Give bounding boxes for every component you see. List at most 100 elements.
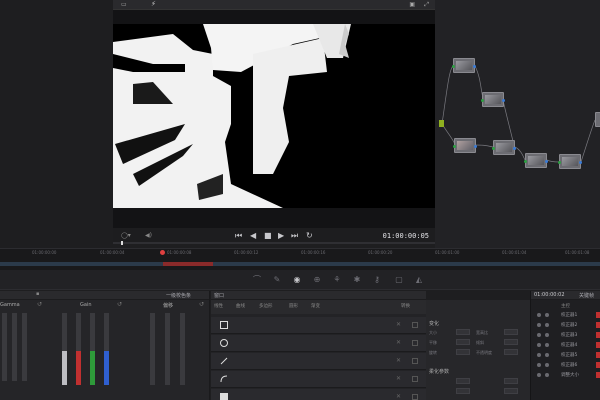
node-2[interactable] — [481, 92, 505, 107]
rotate-field[interactable] — [456, 349, 470, 355]
eye-icon[interactable]: ✕ — [396, 322, 402, 328]
window-row-square[interactable]: ✕ — [211, 317, 426, 334]
node-output-dot[interactable] — [474, 145, 477, 148]
sizing-icon[interactable]: ▢ — [394, 275, 404, 285]
node-1[interactable] — [452, 58, 476, 73]
node-input-dot[interactable] — [453, 145, 456, 148]
softness-field-2[interactable] — [504, 378, 518, 384]
node-4[interactable] — [492, 140, 516, 155]
gallery-icon[interactable]: ▣ — [409, 1, 415, 8]
magic-mask-icon[interactable]: ⚘ — [332, 275, 342, 285]
node-input-dot[interactable] — [492, 147, 495, 150]
tilt-field[interactable] — [504, 339, 518, 345]
keyframe-dot[interactable] — [545, 373, 549, 377]
keyframe-row[interactable]: 校正器3 — [531, 331, 600, 340]
keyframe-dot[interactable] — [545, 333, 549, 337]
node-output-dot[interactable] — [579, 161, 582, 164]
window-icon[interactable]: ◉ — [292, 275, 302, 285]
softness-field-4[interactable] — [504, 388, 518, 394]
gain-bar-y[interactable] — [62, 313, 67, 385]
step-back-button[interactable]: ◀ — [250, 231, 256, 241]
wipe-icon[interactable]: ⚡ — [151, 0, 156, 8]
keyframe-row[interactable]: 校正器2 — [531, 321, 600, 330]
enable-checkbox[interactable] — [412, 376, 418, 382]
enable-checkbox[interactable] — [412, 358, 418, 364]
enable-checkbox[interactable] — [412, 340, 418, 346]
node-output-dot[interactable] — [502, 99, 505, 102]
key-icon[interactable]: ⚷ — [372, 275, 382, 285]
aspect-field[interactable] — [504, 329, 518, 335]
node-output-dot[interactable] — [473, 65, 476, 68]
keyframe-dot[interactable] — [537, 323, 541, 327]
keyframe-dot[interactable] — [537, 373, 541, 377]
timeline-clip-selected[interactable] — [163, 262, 213, 266]
keyframe-row[interactable]: 校正器4 — [531, 341, 600, 350]
keyframe-dot[interactable] — [545, 343, 549, 347]
gain-bar-b[interactable] — [104, 313, 109, 385]
keyframe-marker[interactable] — [596, 312, 600, 318]
keyframe-dot[interactable] — [537, 333, 541, 337]
gamma-bar-g[interactable] — [22, 313, 27, 381]
scrub-bar[interactable] — [113, 241, 435, 245]
offset-bar-y[interactable] — [150, 313, 155, 385]
offset-bar-g[interactable] — [180, 313, 185, 385]
zoom-icon[interactable]: ◯▾ — [121, 231, 131, 241]
tool-linear[interactable]: 线性 — [214, 303, 223, 309]
node-3[interactable] — [453, 138, 477, 153]
reset-icon[interactable]: ↺ — [117, 301, 122, 308]
keyframe-row[interactable]: 校正器5 — [531, 351, 600, 360]
gain-bar-r[interactable] — [76, 313, 81, 385]
gamma-bar-r[interactable] — [12, 313, 17, 381]
panel-menu-icon[interactable]: ▪ — [36, 291, 39, 297]
viewer-mode-icon[interactable]: ▭ — [121, 1, 127, 8]
tool-circle[interactable]: 圆形 — [289, 303, 298, 309]
keyframe-marker[interactable] — [596, 322, 600, 328]
loop-button[interactable]: ↻ — [306, 231, 313, 241]
softness-field-3[interactable] — [456, 388, 470, 394]
gamma-bar-y[interactable] — [2, 313, 7, 381]
keyframe-row[interactable]: 调整大小 — [531, 371, 600, 380]
keyframe-row[interactable]: 校正器6 — [531, 361, 600, 370]
keyframe-dot[interactable] — [537, 313, 541, 317]
keyframe-dot[interactable] — [537, 353, 541, 357]
window-row-linear[interactable]: ✕ — [211, 353, 426, 370]
curves-icon[interactable]: ⌒ — [252, 275, 262, 285]
keyframe-marker[interactable] — [596, 342, 600, 348]
fullscreen-icon[interactable]: ⤢ — [424, 1, 429, 9]
window-row-gradient[interactable]: ✕ — [211, 389, 426, 400]
eye-icon[interactable]: ✕ — [396, 376, 402, 382]
node-output-dot[interactable] — [545, 160, 548, 163]
reset-icon[interactable]: ↺ — [199, 301, 204, 308]
window-row-circle[interactable]: ✕ — [211, 335, 426, 352]
stop-button[interactable]: ■ — [264, 231, 272, 241]
size-field[interactable] — [456, 329, 470, 335]
pan-field[interactable] — [456, 339, 470, 345]
enable-checkbox[interactable] — [412, 394, 418, 400]
node-6[interactable] — [558, 154, 582, 169]
node-output[interactable] — [595, 112, 600, 127]
tool-polygon[interactable]: 多边形 — [259, 303, 273, 309]
tool-gradient[interactable]: 渐变 — [311, 303, 320, 309]
opacity-field[interactable] — [504, 349, 518, 355]
keyframe-marker[interactable] — [596, 352, 600, 358]
enable-checkbox[interactable] — [412, 322, 418, 328]
node-input-dot[interactable] — [558, 161, 561, 164]
keyframe-dot[interactable] — [545, 323, 549, 327]
reset-icon[interactable]: ↺ — [37, 301, 42, 308]
audio-icon[interactable]: ◀) — [145, 231, 152, 241]
softness-field-1[interactable] — [456, 378, 470, 384]
keyframe-marker[interactable] — [596, 362, 600, 368]
keyframe-marker[interactable] — [596, 332, 600, 338]
playhead[interactable] — [160, 250, 165, 255]
keyframe-dot[interactable] — [537, 343, 541, 347]
keyframe-dot[interactable] — [537, 363, 541, 367]
node-input-marker[interactable] — [439, 120, 444, 127]
node-input-dot[interactable] — [481, 99, 484, 102]
keyframe-marker[interactable] — [596, 372, 600, 378]
node-output-dot[interactable] — [513, 147, 516, 150]
keyframe-row[interactable]: 校正器1 — [531, 311, 600, 320]
timeline-track[interactable] — [0, 262, 600, 266]
keyframe-dot[interactable] — [545, 353, 549, 357]
3d-icon[interactable]: ◭ — [414, 275, 424, 285]
play-button[interactable]: ▶ — [278, 231, 284, 241]
